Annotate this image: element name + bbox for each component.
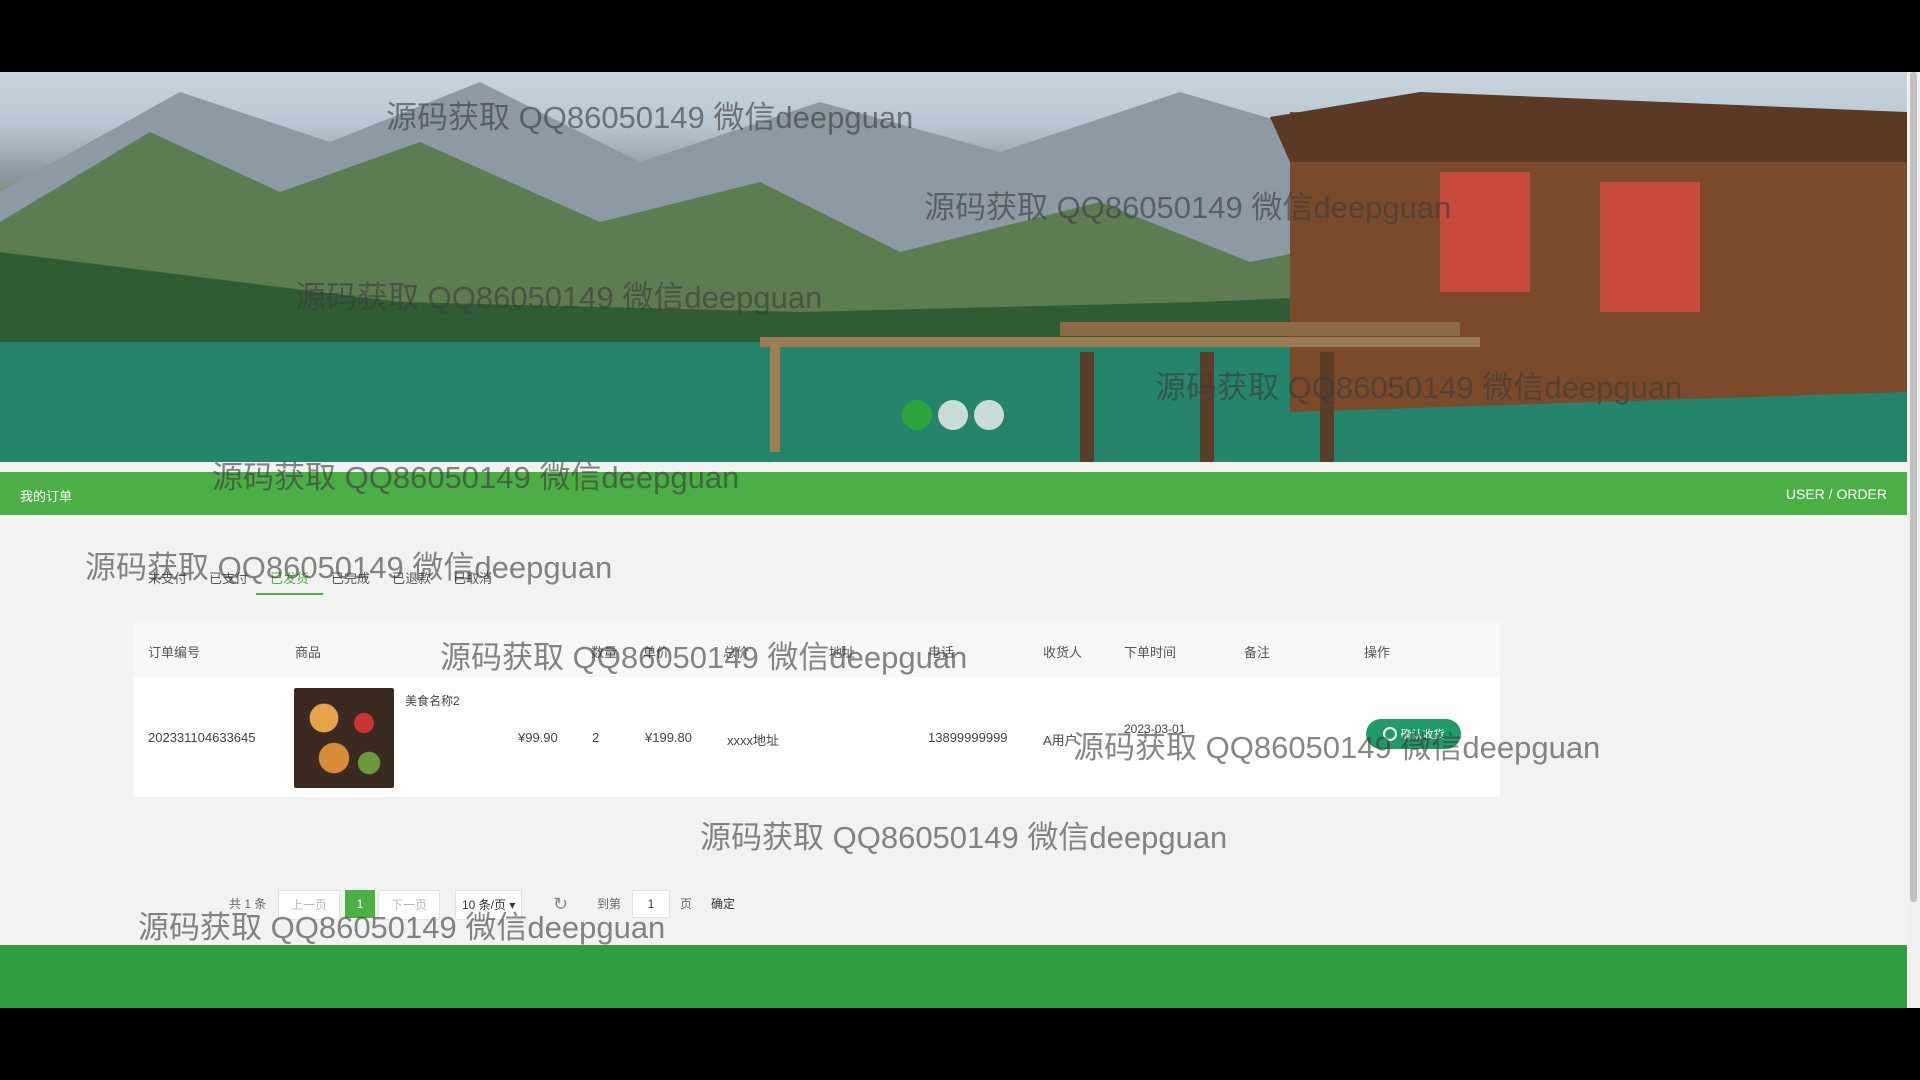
receiver: A用户 [1043,733,1078,748]
tab-paid[interactable]: 已支付 [209,562,248,595]
pagination: 共 1 条 上一页 1 下一页 10 条/页 ▾ ↻ 到第 页 确定 [0,890,1907,920]
pager-total: 共 1 条 [229,897,267,911]
order-status-tabs: 未支付 已支付 已发货 已完成 已退款 已取消 [148,562,514,595]
carousel-dot-2[interactable] [938,400,968,430]
col-product: 商品 [295,645,322,660]
app-frame: 我的订单 USER / ORDER 未支付 已支付 已发货 已完成 已退款 已取… [0,72,1907,1008]
tab-unpaid[interactable]: 未支付 [148,562,187,595]
col-qty: 数量 [591,645,618,660]
scrollbar-thumb[interactable] [1910,72,1917,902]
carousel-dot-3[interactable] [974,400,1004,430]
table-header: 订单编号 商品 数量 单价 总价 地址 电话 收货人 下单时间 备注 操作 [133,622,1500,677]
pager-page-unit: 页 [680,897,693,911]
tab-cancelled[interactable]: 已取消 [453,562,492,595]
product-name: 美食名称2 [405,694,460,708]
col-address: 地址 [829,645,856,660]
check-circle-icon [1382,727,1397,741]
footer-bar [0,945,1907,1008]
pager-page-1[interactable]: 1 [345,890,375,918]
order-time: 2023-03-01 [1124,722,1186,736]
quantity: 2 [592,730,600,745]
col-note: 备注 [1244,645,1271,660]
breadcrumb: USER / ORDER [1785,486,1887,502]
tab-refunded[interactable]: 已退款 [392,562,431,595]
phone: 13899999999 [928,730,1008,745]
section-header: 我的订单 USER / ORDER [0,472,1907,515]
col-unit-price: 单价 [643,645,670,660]
pager-prev-button[interactable]: 上一页 [278,890,341,920]
confirm-receipt-button[interactable]: 确认收货 [1366,719,1461,749]
col-receiver: 收货人 [1043,645,1083,660]
product-image [294,688,394,788]
address: xxxx地址 [727,733,780,748]
carousel-dot-1[interactable] [902,400,932,430]
orders-table: 订单编号 商品 数量 单价 总价 地址 电话 收货人 下单时间 备注 操作 20… [133,622,1500,797]
pager-next-button[interactable]: 下一页 [378,890,441,920]
total-price: ¥199.80 [645,730,692,745]
carousel-dots [902,400,1004,430]
col-total: 总价 [723,645,750,660]
col-time: 下单时间 [1124,645,1177,660]
chevron-down-icon: ▾ [509,898,516,912]
pager-size-value: 10 条/页 [462,898,507,912]
pager-confirm-button[interactable]: 确定 [711,890,735,918]
hero-banner [0,72,1907,462]
watermark: 源码获取 QQ86050149 微信deepguan [700,820,1228,855]
tab-completed[interactable]: 已完成 [331,562,370,595]
pager-size-select[interactable]: 10 条/页 ▾ [455,890,523,920]
pager-goto-input[interactable] [632,890,670,918]
pager-goto-label: 到第 [597,897,622,911]
order-no: 202331104633645 [148,730,256,745]
col-order-no: 订单编号 [148,645,201,660]
col-action: 操作 [1364,645,1391,660]
confirm-receipt-label: 确认收货 [1400,729,1445,741]
unit-price: ¥99.90 [518,730,558,745]
refresh-icon[interactable]: ↻ [553,890,568,918]
tab-shipped[interactable]: 已发货 [256,562,324,595]
page-scrollbar[interactable] [1907,72,1920,1008]
col-phone: 电话 [928,645,955,660]
section-title: 我的订单 [20,489,73,504]
